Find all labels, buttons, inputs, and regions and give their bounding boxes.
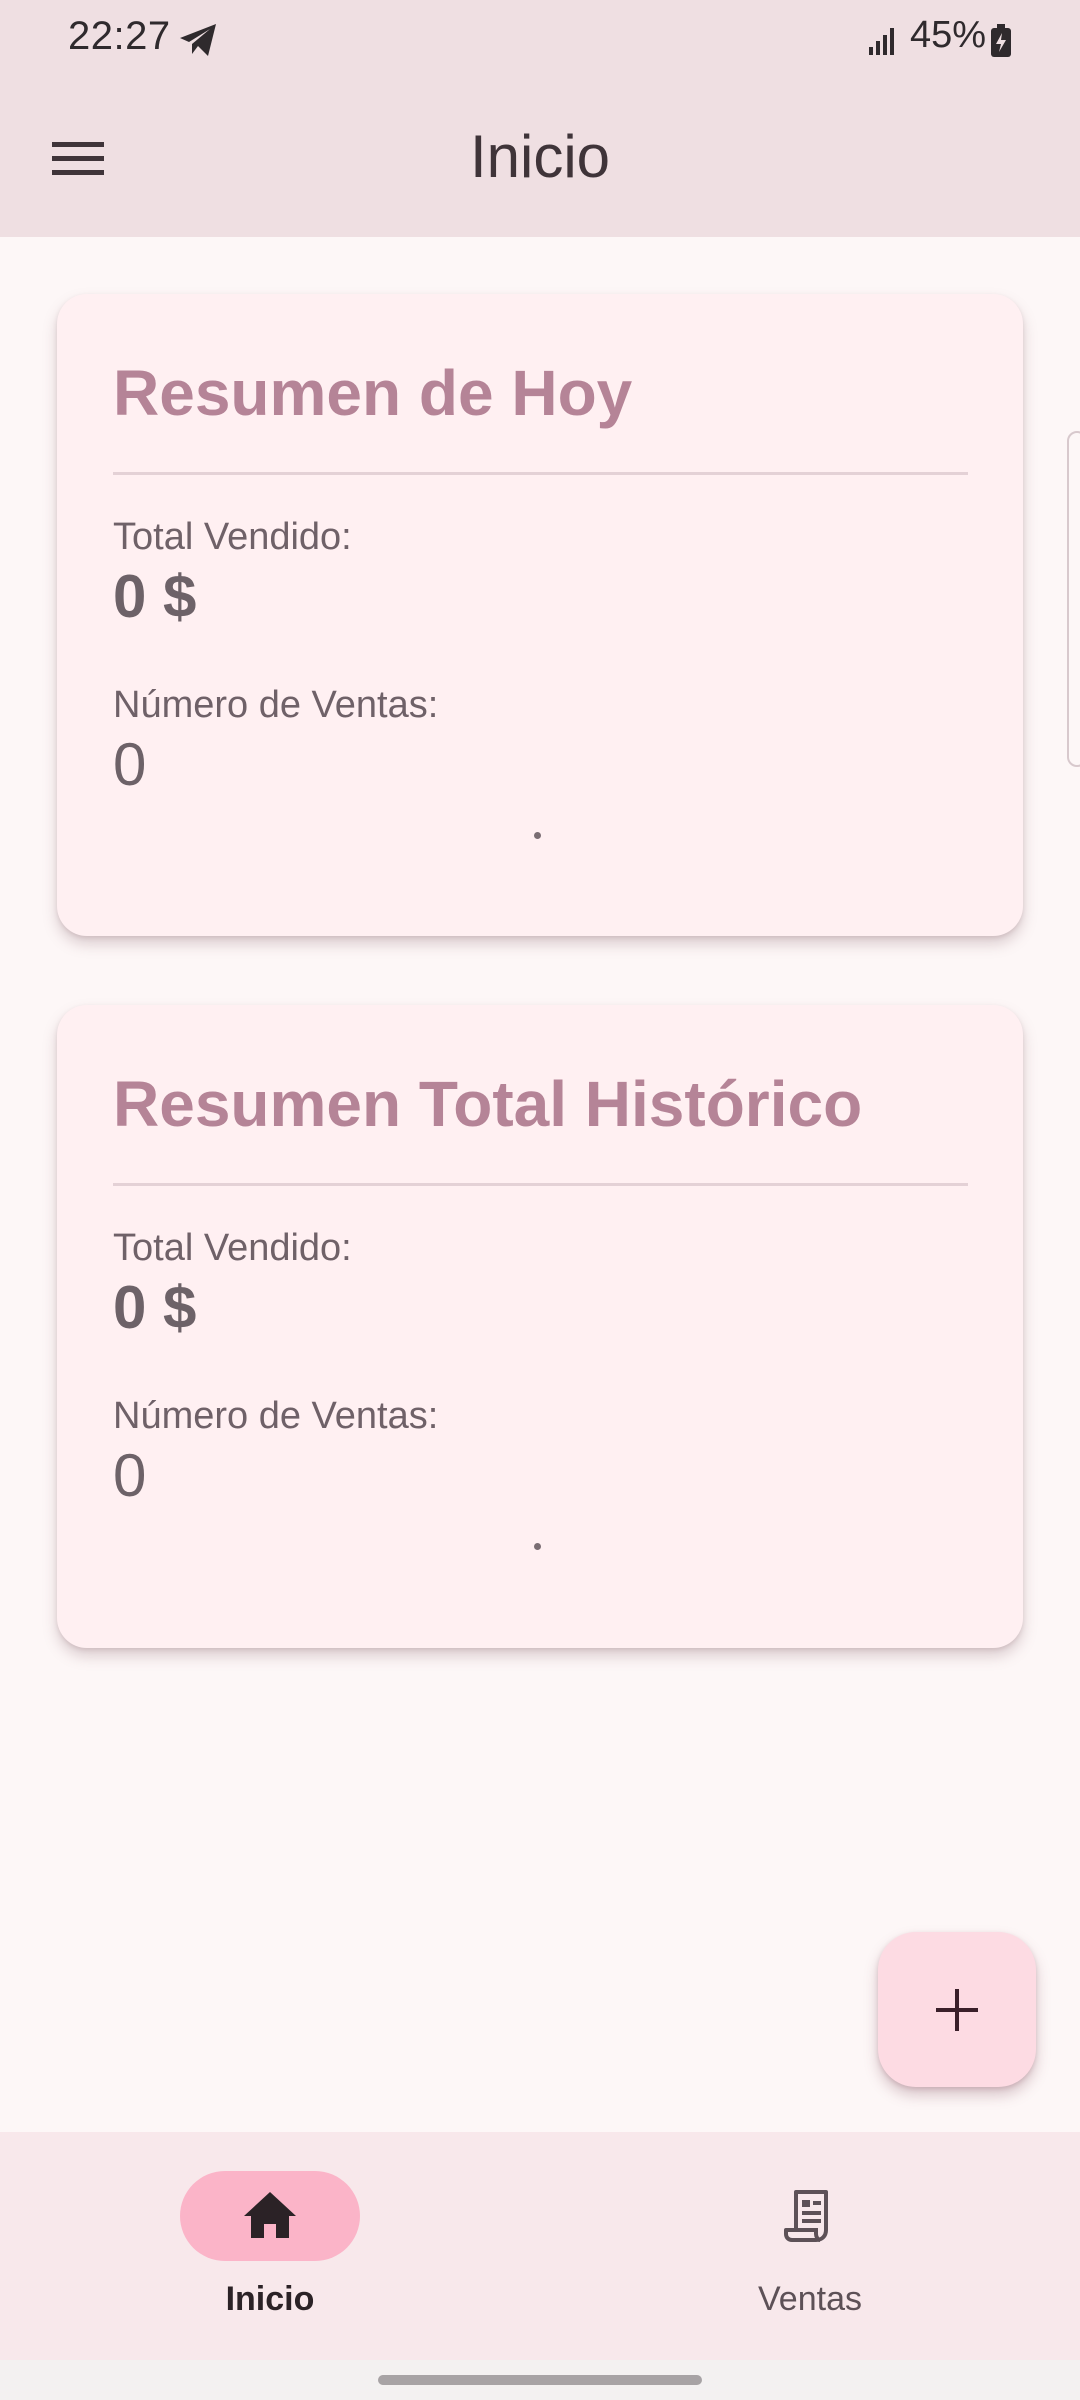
- bottom-navigation: Inicio Ventas: [0, 2132, 1080, 2360]
- home-gesture-bar[interactable]: [378, 2375, 702, 2385]
- telegram-send-icon: [178, 22, 218, 58]
- gesture-navigation-area: [0, 2360, 1080, 2400]
- add-sale-button[interactable]: [878, 1932, 1036, 2087]
- nav-item-ventas[interactable]: Ventas: [540, 2132, 1080, 2360]
- status-time: 22:27: [68, 14, 171, 58]
- sales-count-label: Número de Ventas:: [113, 1395, 439, 1437]
- battery-charging-icon: [990, 24, 1012, 58]
- plus-icon: [936, 1989, 978, 2031]
- edge-panel-handle[interactable]: [1067, 431, 1080, 767]
- card-title: Resumen de Hoy: [113, 357, 633, 429]
- total-sold-value: 0 $: [113, 1274, 197, 1341]
- total-sold-value: 0 $: [113, 563, 197, 630]
- total-sold-label: Total Vendido:: [113, 516, 352, 558]
- summary-historic-card: Resumen Total Histórico Total Vendido: 0…: [57, 1005, 1023, 1648]
- nav-label-inicio: Inicio: [225, 2280, 315, 2318]
- app-bar: Inicio: [0, 80, 1080, 237]
- sales-count-value: 0: [113, 1442, 147, 1509]
- nav-label-ventas: Ventas: [758, 2280, 862, 2318]
- home-icon: [240, 2186, 300, 2246]
- receipt-icon: [780, 2186, 840, 2246]
- page-title: Inicio: [469, 123, 611, 190]
- card-divider: [113, 1183, 968, 1186]
- card-title: Resumen Total Histórico: [113, 1068, 863, 1140]
- nav-item-inicio[interactable]: Inicio: [0, 2132, 540, 2360]
- sales-count-value: 0: [113, 731, 147, 798]
- battery-percentage: 45%: [910, 14, 987, 56]
- sales-count-label: Número de Ventas:: [113, 684, 439, 726]
- status-bar: 22:27 45%: [0, 0, 1080, 80]
- card-dot: [534, 1543, 541, 1550]
- card-divider: [113, 472, 968, 475]
- summary-today-card: Resumen de Hoy Total Vendido: 0 $ Número…: [57, 294, 1023, 936]
- card-dot: [534, 832, 541, 839]
- total-sold-label: Total Vendido:: [113, 1227, 352, 1269]
- signal-icon: [868, 26, 898, 56]
